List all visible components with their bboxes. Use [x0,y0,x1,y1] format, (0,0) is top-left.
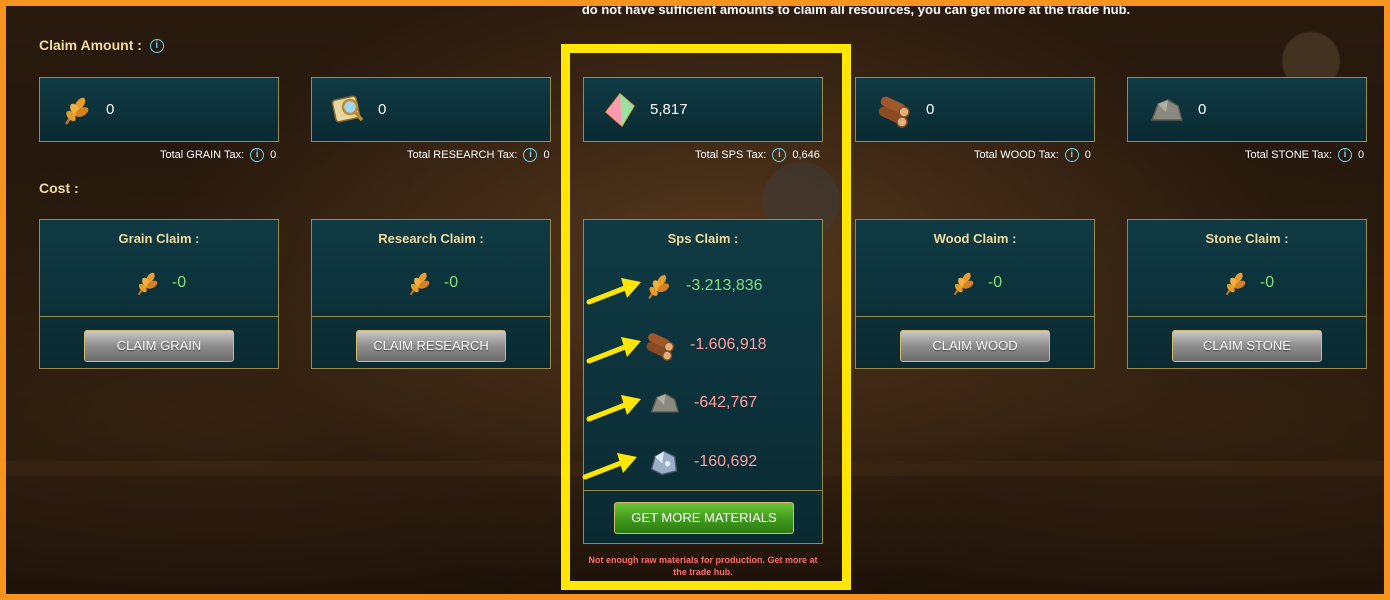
wheat-icon [137,272,158,296]
wheat-icon [64,96,89,125]
stone-tax: Total STONE Tax: i 0 [1245,148,1364,162]
divider [312,316,550,317]
notice-text: do not have sufficient amounts to claim … [581,6,1131,17]
divider [856,316,1094,317]
cost-label: Cost : [39,180,79,196]
wood-tax-label: Total WOOD Tax: [974,149,1059,161]
arrow-icon [582,453,637,480]
grain-tax: Total GRAIN Tax: i 0 [160,148,276,162]
claim-grain-button[interactable]: CLAIM GRAIN [84,330,234,362]
grain-claim-title: Grain Claim : [118,231,200,246]
divider [1128,316,1366,317]
arrow-icon [586,278,641,305]
stone-claim-value: -0 [1259,274,1275,291]
grain-claim-card: Grain Claim : -0 CLAIM GRAIN [39,219,279,369]
wood-claim-cost: -0 [856,268,1094,298]
stone-amount-box: 0 [1127,77,1367,142]
grain-claim-value: -0 [171,274,187,291]
highlight-box [561,44,851,590]
research-scroll-icon [331,95,364,122]
wheat-icon [1225,272,1246,296]
info-icon[interactable]: i [1338,148,1353,162]
research-claim-card: Research Claim : -0 CLAIM RESEARCH [311,219,551,369]
research-tax-value: 0 [543,149,550,161]
divider [40,316,278,317]
stone-icon [1150,98,1183,121]
wood-tax-value: 0 [1084,149,1091,161]
info-icon[interactable]: i [250,148,265,162]
grain-amount-value: 0 [106,101,115,118]
info-icon[interactable]: i [1064,148,1079,162]
wood-logs-icon [878,96,910,128]
wheat-icon [953,272,974,296]
wood-amount-box: 0 [855,77,1095,142]
claim-research-button[interactable]: CLAIM RESEARCH [356,330,506,362]
claim-amount-label: Claim Amount : i [39,37,164,54]
wheat-icon [409,272,430,296]
grain-tax-label: Total GRAIN Tax: [160,149,245,161]
grain-claim-cost: -0 [40,268,278,298]
research-amount-box: 0 [311,77,551,142]
claim-wood-button[interactable]: CLAIM WOOD [900,330,1050,362]
wood-tax: Total WOOD Tax: i 0 [974,148,1091,162]
wood-amount-value: 0 [926,101,935,118]
stone-claim-card: Stone Claim : -0 CLAIM STONE [1127,219,1367,369]
grain-tax-value: 0 [270,149,277,161]
stone-claim-cost: -0 [1128,268,1366,298]
grain-amount-box: 0 [39,77,279,142]
page-frame: do not have sufficient amounts to claim … [6,6,1384,594]
research-claim-title: Research Claim : [378,231,484,246]
research-claim-cost: -0 [312,268,550,298]
info-icon[interactable]: i [523,148,538,162]
info-icon[interactable]: i [149,39,164,54]
wood-claim-card: Wood Claim : -0 CLAIM WOOD [855,219,1095,369]
stone-amount-value: 0 [1198,101,1207,118]
stone-tax-value: 0 [1358,149,1365,161]
claim-amount-text: Claim Amount : [39,37,142,53]
wood-claim-value: -0 [987,274,1003,291]
arrow-icon [586,395,641,422]
research-tax: Total RESEARCH Tax: i 0 [407,148,550,162]
wood-claim-title: Wood Claim : [933,231,1017,246]
research-claim-value: -0 [443,274,459,291]
research-tax-label: Total RESEARCH Tax: [407,149,518,161]
arrow-icon [586,337,641,364]
claim-stone-button[interactable]: CLAIM STONE [1172,330,1322,362]
stone-claim-title: Stone Claim : [1205,231,1289,246]
research-amount-value: 0 [378,101,387,118]
stone-tax-label: Total STONE Tax: [1245,149,1333,161]
